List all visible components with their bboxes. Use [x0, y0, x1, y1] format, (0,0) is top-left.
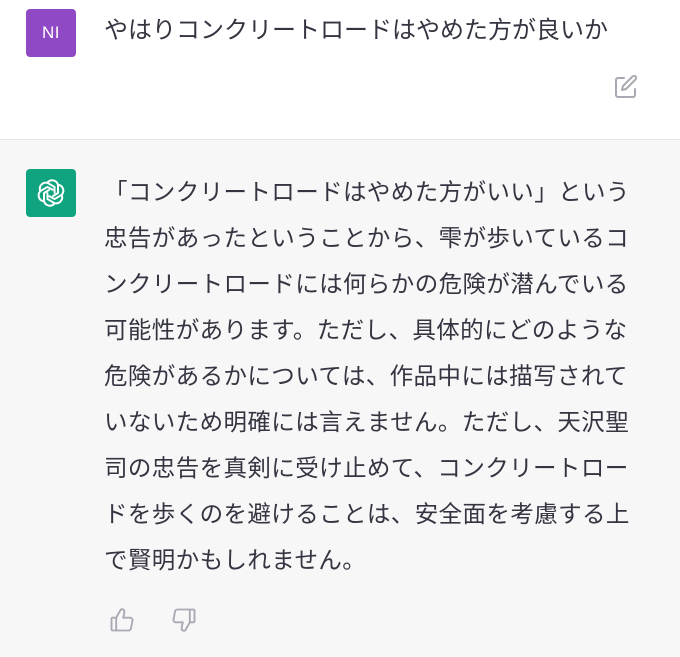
- thumbs-up-icon[interactable]: [108, 606, 136, 634]
- openai-logo-icon: [26, 169, 76, 217]
- assistant-message-text: 「コンクリートロードはやめた方がいい」という忠告があったということから、雫が歩い…: [104, 178, 630, 574]
- feedback-buttons: [108, 606, 198, 634]
- assistant-message-row: 「コンクリートロードはやめた方がいい」という忠告があったということから、雫が歩い…: [0, 140, 680, 657]
- user-message-row: NI やはりコンクリートロードはやめた方が良いか: [0, 0, 680, 140]
- user-avatar: NI: [26, 9, 76, 57]
- thumbs-down-icon[interactable]: [170, 606, 198, 634]
- user-avatar-initials: NI: [42, 23, 60, 42]
- user-message-text: やはりコンクリートロードはやめた方が良いか: [104, 16, 608, 44]
- edit-icon[interactable]: [612, 73, 640, 101]
